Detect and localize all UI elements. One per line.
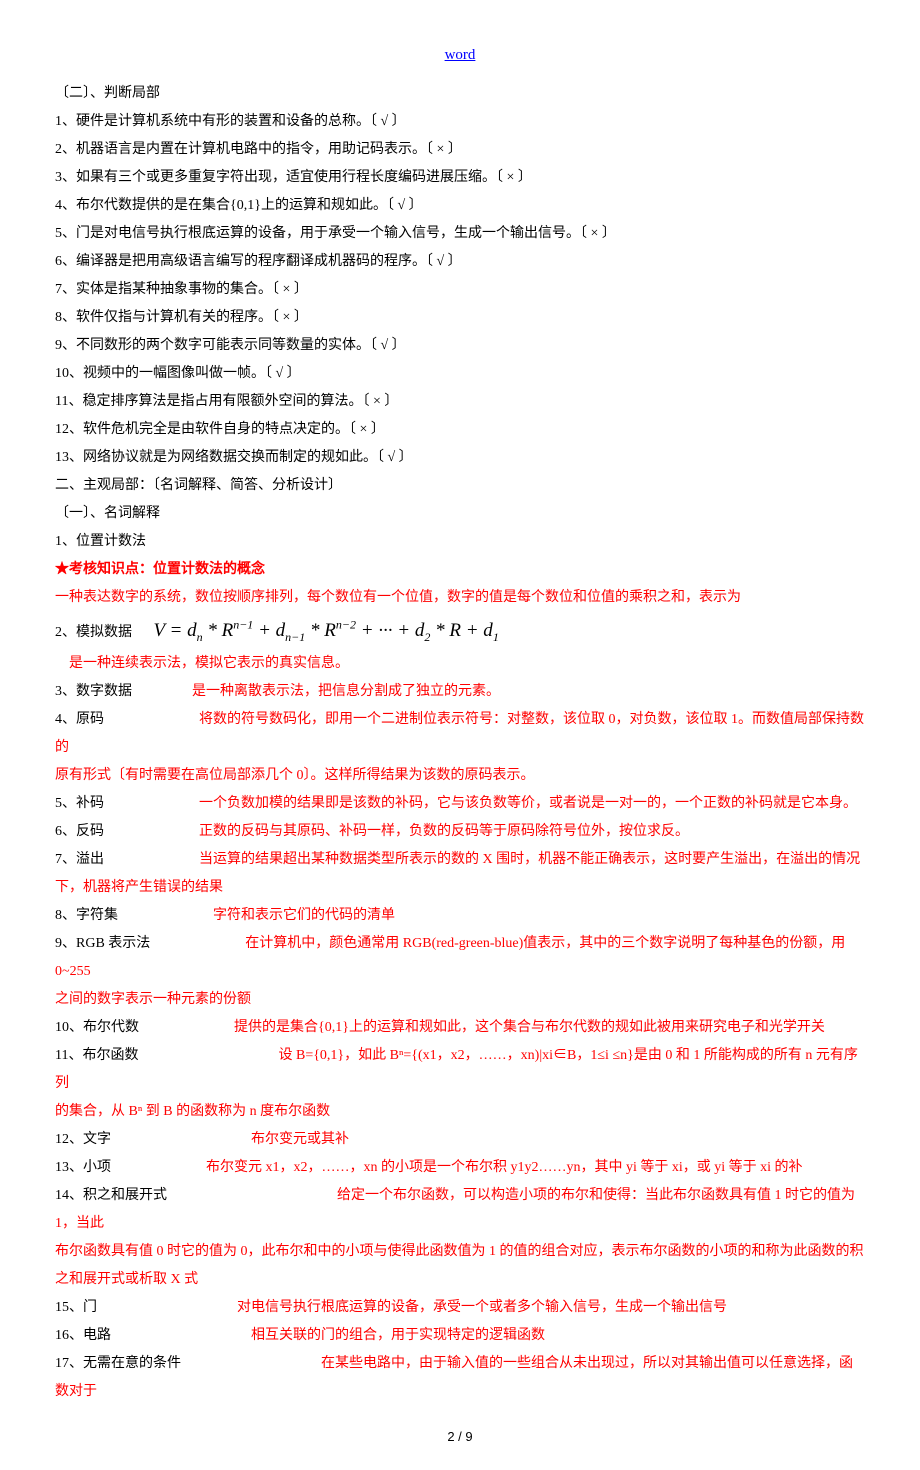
term-label: 4、原码 [55, 712, 104, 727]
judge-item: 12、软件危机完全是由软件自身的特点决定的。〔 × 〕 [55, 416, 865, 444]
term-row: 16、电路 相互关联的门的组合，用于实现特定的逻辑函数 [55, 1322, 865, 1350]
term-answer-cont: 布尔函数具有值 0 时它的值为 0，此布尔和中的小项与使得此函数值为 1 的值的… [55, 1238, 865, 1266]
term-label: 16、电路 [55, 1328, 111, 1343]
judge-item: 1、硬件是计算机系统中有形的装置和设备的总称。〔 √ 〕 [55, 108, 865, 136]
term-answer: 一种表达数字的系统，数位按顺序排列，每个数位有一个位值，数字的值是每个数位和位值… [55, 584, 865, 612]
term-label: 10、布尔代数 [55, 1020, 139, 1035]
term-answer: 提供的是集合{0,1}上的运算和规如此，这个集合与布尔代数的规如此被用来研究电子… [234, 1020, 825, 1035]
term-answer: 布尔变元 x1，x2，……，xn 的小项是一个布尔积 y1y2……yn，其中 y… [206, 1160, 803, 1175]
term-label: 15、门 [55, 1300, 97, 1315]
term-row: 11、布尔函数设 B={0,1}，如此 Bⁿ={(x1，x2，……，xn)|xi… [55, 1042, 865, 1098]
term-label: 6、反码 [55, 824, 104, 839]
judge-item: 11、稳定排序算法是指占用有限额外空间的算法。〔 × 〕 [55, 388, 865, 416]
judge-section-title: 〔二〕、判断局部 [55, 80, 865, 108]
page-number: 2 / 9 [55, 1424, 865, 1450]
term-answer: 给定一个布尔函数，可以构造小项的布尔和使得：当此布尔函数具有值 1 时它的值为 … [55, 1188, 855, 1231]
term-row: 8、字符集 字符和表示它们的代码的清单 [55, 902, 865, 930]
term-answer: 一个负数加模的结果即是该数的补码，它与该负数等价，或者说是一对一的，一个正数的补… [199, 796, 857, 811]
term-row: 4、原码将数的符号数码化，即用一个二进制位表示符号：对整数，该位取 0，对负数，… [55, 706, 865, 762]
term-row: 15、门 对电信号执行根底运算的设备，承受一个或者多个输入信号，生成一个输出信号 [55, 1294, 865, 1322]
term-answer-cont: 的集合，从 Bⁿ 到 B 的函数称为 n 度布尔函数 [55, 1098, 865, 1126]
term-label: 3、数字数据 [55, 684, 132, 699]
term-label: 9、RGB 表示法 [55, 936, 150, 951]
term-answer-cont: 之和展开式或析取 X 式 [55, 1266, 865, 1294]
judge-item: 5、门是对电信号执行根底运算的设备，用于承受一个输入信号，生成一个输出信号。〔 … [55, 220, 865, 248]
judge-item: 7、实体是指某种抽象事物的集合。〔 × 〕 [55, 276, 865, 304]
term-row: 10、布尔代数 提供的是集合{0,1}上的运算和规如此，这个集合与布尔代数的规如此… [55, 1014, 865, 1042]
page-header-link: word [55, 40, 865, 70]
term-answer: 将数的符号数码化，即用一个二进制位表示符号：对整数，该位取 0，对负数，该位取 … [55, 712, 864, 755]
knowledge-point: ★考核知识点：位置计数法的概念 [55, 556, 865, 584]
term-row: 14、积之和展开式给定一个布尔函数，可以构造小项的布尔和使得：当此布尔函数具有值… [55, 1182, 865, 1238]
term-label: 14、积之和展开式 [55, 1188, 167, 1203]
term-row: 3、数字数据 是一种离散表示法，把信息分割成了独立的元素。 [55, 678, 865, 706]
term-answer: 当运算的结果超出某种数据类型所表示的数的 X 围时，机器不能正确表示，这时要产生… [199, 852, 860, 867]
term-answer: 设 B={0,1}，如此 Bⁿ={(x1，x2，……，xn)|xi∈B，1≤i … [55, 1048, 858, 1091]
term-label: 8、字符集 [55, 908, 118, 923]
term-label: 11、布尔函数 [55, 1048, 138, 1063]
term-label: 5、补码 [55, 796, 104, 811]
math-formula: V = dn * Rn−1 + dn−1 * Rn−2 + ··· + d2 *… [154, 612, 499, 650]
judge-item: 9、不同数形的两个数字可能表示同等数量的实体。〔 √ 〕 [55, 332, 865, 360]
judge-item: 8、软件仅指与计算机有关的程序。〔 × 〕 [55, 304, 865, 332]
term-row: 9、RGB 表示法在计算机中，颜色通常用 RGB(red-green-blue)… [55, 930, 865, 986]
judge-item: 10、视频中的一幅图像叫做一帧。〔 √ 〕 [55, 360, 865, 388]
judge-item: 13、网络协议就是为网络数据交换而制定的规如此。〔 √ 〕 [55, 444, 865, 472]
term-answer: 字符和表示它们的代码的清单 [213, 908, 395, 923]
term-answer-cont: 下，机器将产生错误的结果 [55, 874, 865, 902]
term-row: 2、模拟数据 V = dn * Rn−1 + dn−1 * Rn−2 + ···… [55, 612, 865, 650]
term-row: 12、文字 布尔变元或其补 [55, 1126, 865, 1154]
terms-section-title: 〔一〕、名词解释 [55, 500, 865, 528]
judge-item: 2、机器语言是内置在计算机电路中的指令，用助记码表示。〔 × 〕 [55, 136, 865, 164]
term-label: 17、无需在意的条件 [55, 1356, 181, 1371]
term-answer: 对电信号执行根底运算的设备，承受一个或者多个输入信号，生成一个输出信号 [237, 1300, 727, 1315]
term-answer: 布尔变元或其补 [251, 1132, 349, 1147]
judge-item: 3、如果有三个或更多重复字符出现，适宜使用行程长度编码进展压缩。〔 × 〕 [55, 164, 865, 192]
term-row: 7、溢出 当运算的结果超出某种数据类型所表示的数的 X 围时，机器不能正确表示，这… [55, 846, 865, 874]
term-row: 17、无需在意的条件在某些电路中，由于输入值的一些组合从未出现过，所以对其输出值… [55, 1350, 865, 1406]
subjective-section-title: 二、主观局部：〔名词解释、简答、分析设计〕 [55, 472, 865, 500]
term-row: 5、补码 一个负数加模的结果即是该数的补码，它与该负数等价，或者说是一对一的，一个… [55, 790, 865, 818]
judge-item: 6、编译器是把用高级语言编写的程序翻译成机器码的程序。〔 √ 〕 [55, 248, 865, 276]
term-label: 12、文字 [55, 1132, 111, 1147]
term-label: 1、位置计数法 [55, 528, 865, 556]
term-answer: 是一种离散表示法，把信息分割成了独立的元素。 [192, 684, 500, 699]
term-label: 2、模拟数据 [55, 625, 132, 640]
term-label: 7、溢出 [55, 852, 104, 867]
judge-item: 4、布尔代数提供的是在集合{0,1}上的运算和规如此。〔 √ 〕 [55, 192, 865, 220]
term-answer: 在计算机中，颜色通常用 RGB(red-green-blue)值表示，其中的三个… [55, 936, 845, 979]
term-answer: 是一种连续表示法，模拟它表示的真实信息。 [55, 650, 865, 678]
term-row: 6、反码 正数的反码与其原码、补码一样，负数的反码等于原码除符号位外，按位求反。 [55, 818, 865, 846]
term-label: 13、小项 [55, 1160, 111, 1175]
term-answer-cont: 之间的数字表示一种元素的份额 [55, 986, 865, 1014]
term-row: 13、小项 布尔变元 x1，x2，……，xn 的小项是一个布尔积 y1y2……yn… [55, 1154, 865, 1182]
term-answer: 相互关联的门的组合，用于实现特定的逻辑函数 [251, 1328, 545, 1343]
term-answer-cont: 原有形式〔有时需要在高位局部添几个 0〕。这样所得结果为该数的原码表示。 [55, 762, 865, 790]
term-answer: 正数的反码与其原码、补码一样，负数的反码等于原码除符号位外，按位求反。 [199, 824, 689, 839]
